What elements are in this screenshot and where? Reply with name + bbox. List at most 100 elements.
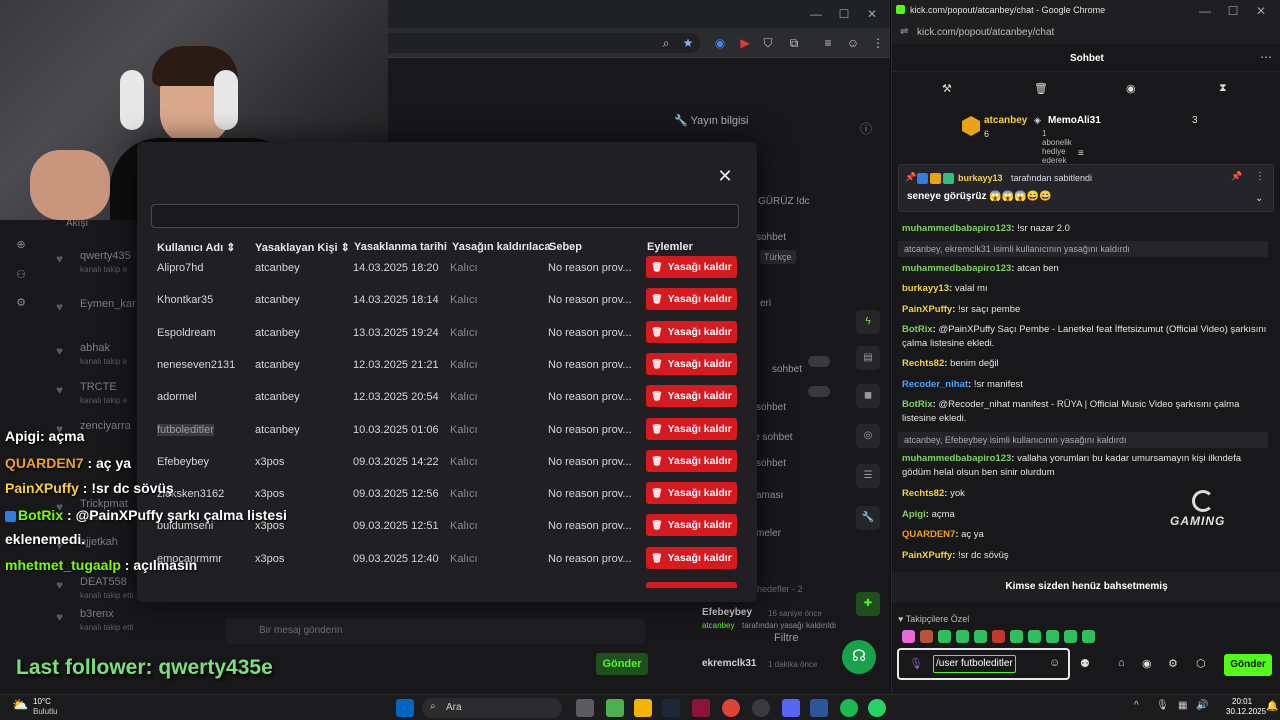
points-icon[interactable]: ⚉ <box>1080 657 1090 670</box>
extension-icon[interactable]: ⬡ <box>1196 657 1206 670</box>
more-icon[interactable]: ⋮ <box>1255 171 1265 182</box>
puzzle-icon[interactable]: ⧉ <box>786 35 802 51</box>
unban-button[interactable]: 🗑 Yasağı kaldır <box>646 449 737 472</box>
emote-icon[interactable] <box>1028 630 1041 643</box>
tool-icon[interactable]: ϟ <box>856 310 880 334</box>
chat-username[interactable]: Rechts82 <box>902 488 944 499</box>
menu-item[interactable]: le sohbet <box>752 432 793 443</box>
info-icon[interactable]: ⓘ <box>860 120 872 137</box>
weather-icon[interactable]: ⛅ <box>12 697 28 713</box>
menu-item[interactable]: aması <box>756 490 783 501</box>
menu-item[interactable]: eri <box>760 298 771 309</box>
close-icon[interactable]: ✕ <box>1253 3 1269 19</box>
task-view-icon[interactable] <box>576 699 594 717</box>
spotify-icon[interactable] <box>840 699 858 717</box>
broadcast-icon[interactable]: ◎ <box>856 424 880 448</box>
right-urlbar[interactable]: ⇌ kick.com/popout/atcanbey/chat <box>892 22 1280 44</box>
chat-username[interactable]: Rechts82 <box>902 358 944 369</box>
toggle-switch[interactable] <box>808 386 830 397</box>
send-button[interactable]: Gönder <box>1224 654 1272 676</box>
chat-input[interactable]: /user futboleditler <box>933 655 1016 673</box>
profile-icon[interactable]: ☺ <box>845 35 861 51</box>
menu-item[interactable]: sohbet <box>772 364 802 375</box>
layers-icon[interactable]: ☰ <box>856 464 880 488</box>
valorant-icon[interactable] <box>692 699 710 717</box>
extension-icon[interactable]: ◉ <box>712 35 728 51</box>
chat-icon[interactable]: ◼ <box>856 384 880 408</box>
minecraft-icon[interactable] <box>606 699 624 717</box>
network-icon[interactable]: ▦ <box>1178 700 1187 711</box>
minimize-icon[interactable]: — <box>808 6 824 22</box>
emote-icon[interactable] <box>1010 630 1023 643</box>
taskbar-search[interactable]: ⌕ Ara <box>422 698 562 718</box>
menu-item[interactable]: sohbet <box>756 458 786 469</box>
emote-icon[interactable] <box>902 630 915 643</box>
trash-icon[interactable]: 🗑 <box>1034 82 1048 95</box>
whatsapp-icon[interactable] <box>868 699 886 717</box>
tool-icon[interactable]: ▤ <box>856 346 880 370</box>
menu-item[interactable]: meler <box>756 528 781 539</box>
unban-button[interactable]: 🗑 Yasağı kaldır <box>646 546 737 569</box>
tray-chevron-icon[interactable]: ^ <box>1134 700 1139 711</box>
discord-icon[interactable] <box>782 699 800 717</box>
steam-icon[interactable] <box>662 699 680 717</box>
filter-button[interactable]: Filtre <box>774 632 798 644</box>
unban-button[interactable]: 🗑 Yasağı kaldır <box>646 320 737 343</box>
youtube-extension-icon[interactable]: ▶ <box>737 35 753 51</box>
chat-username[interactable]: Apigi <box>902 509 926 520</box>
emote-icon[interactable] <box>938 630 951 643</box>
chat-username[interactable]: BotRix <box>902 324 933 335</box>
gavel-icon[interactable]: ⚒ <box>942 82 952 95</box>
chat-username[interactable]: muhammedbabapiro123 <box>902 263 1011 274</box>
file-explorer-icon[interactable] <box>634 699 652 717</box>
unban-button[interactable]: 🗑 Yasağı kaldır <box>646 514 737 537</box>
emote-icon[interactable] <box>920 630 933 643</box>
shop-icon[interactable]: ⌂ <box>1118 657 1125 669</box>
emote-icon[interactable] <box>956 630 969 643</box>
chrome-icon[interactable] <box>722 699 740 717</box>
emote-icon[interactable] <box>1064 630 1077 643</box>
search-input[interactable] <box>151 204 739 228</box>
unban-button-partial[interactable] <box>646 582 737 588</box>
unpin-icon[interactable]: 📌 <box>1231 171 1242 182</box>
unban-button[interactable]: 🗑 Yasağı kaldır <box>646 417 737 440</box>
app-icon[interactable] <box>810 699 828 717</box>
emote-icon[interactable] <box>992 630 1005 643</box>
chat-username[interactable]: BotRix <box>902 399 933 410</box>
site-info-icon[interactable]: ⇌ <box>900 26 908 37</box>
chat-username[interactable]: QUARDEN7 <box>902 529 955 540</box>
unban-button[interactable]: 🗑 Yasağı kaldır <box>646 256 737 278</box>
chat-bubble-icon[interactable]: ◉ <box>1126 82 1136 95</box>
notification-icon[interactable]: 🔔 <box>1266 701 1278 712</box>
chat-username[interactable]: muhammedbabapiro123 <box>902 453 1011 464</box>
toggle-switch[interactable] <box>808 356 830 367</box>
dashboard-send-button[interactable]: Gönder <box>596 653 648 675</box>
close-icon[interactable]: ✕ <box>864 6 880 22</box>
chat-username[interactable]: burkayy13 <box>902 283 949 294</box>
volume-icon[interactable]: 🔊 <box>1196 700 1208 711</box>
emoji-icon[interactable]: ☺ <box>1049 657 1060 669</box>
unban-button[interactable]: 🗑 Yasağı kaldır <box>646 352 737 375</box>
start-menu-icon[interactable] <box>396 699 414 717</box>
hourglass-icon[interactable]: ⧗ <box>1219 82 1227 95</box>
close-icon[interactable]: ✕ <box>716 167 734 185</box>
shield-icon[interactable]: ⛉ <box>760 35 776 51</box>
emote-icon[interactable] <box>1046 630 1059 643</box>
wrench-icon[interactable]: 🔧 <box>856 506 880 530</box>
more-options-icon[interactable]: ⋯ <box>1260 50 1272 64</box>
menu-icon[interactable]: ⋮ <box>870 35 886 51</box>
bookmark-star-icon[interactable]: ★ <box>680 35 696 51</box>
chat-username[interactable]: Recoder_nihat <box>902 379 968 390</box>
chat-input-box[interactable]: 🎙 /user futboleditler ☺ <box>897 648 1070 680</box>
minimize-icon[interactable]: — <box>1197 3 1213 19</box>
settings-icon[interactable]: ⚙ <box>14 296 28 310</box>
unban-button[interactable]: 🗑 Yasağı kaldır <box>646 288 737 311</box>
chevron-down-icon[interactable]: ⌄ <box>1255 193 1263 204</box>
collapse-icon[interactable]: ≡ <box>1078 148 1084 159</box>
zoom-icon[interactable]: ⌕ <box>658 35 674 51</box>
obs-icon[interactable] <box>752 699 770 717</box>
media-icon[interactable]: ≡ <box>820 35 836 51</box>
dashboard-chat-input[interactable]: Bir mesaj gönderin <box>225 618 645 644</box>
emote-icon[interactable] <box>1082 630 1095 643</box>
gear-icon[interactable]: ⚙ <box>1168 657 1178 670</box>
